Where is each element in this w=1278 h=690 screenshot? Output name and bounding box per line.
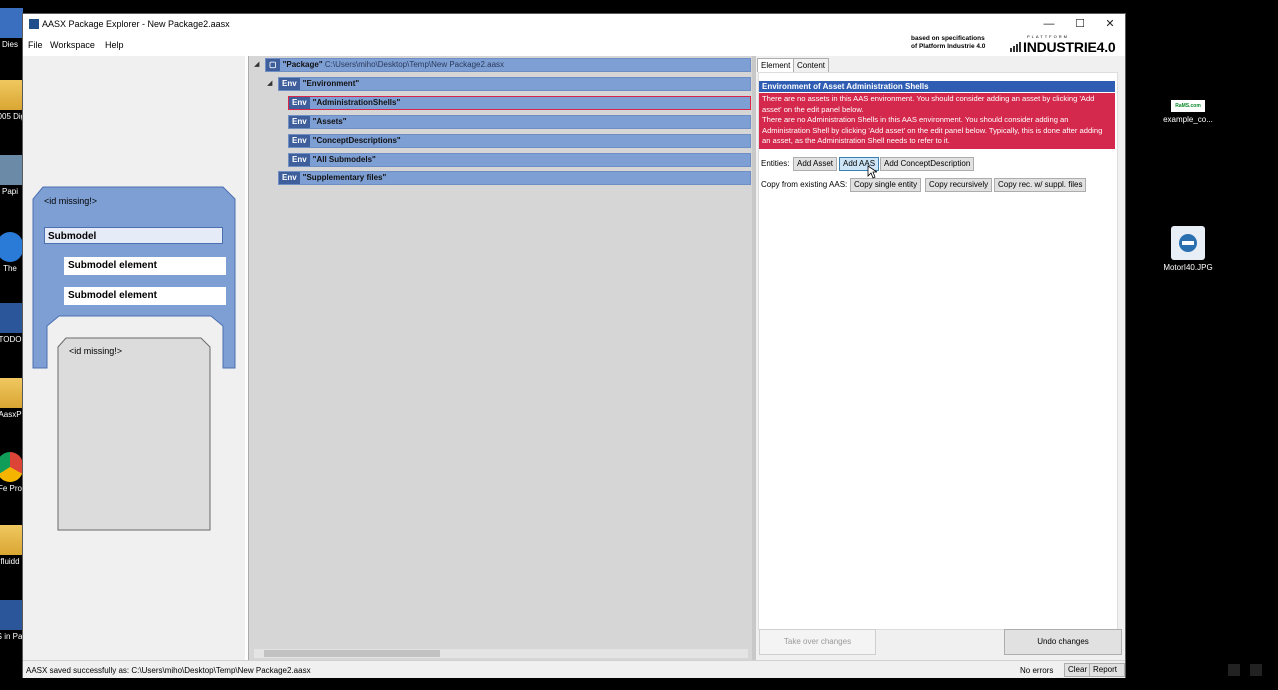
clear-button[interactable]: Clear [1064,663,1092,677]
logo-caption: based on specifications of Platform Indu… [911,35,985,51]
tree-item-label: "AdministrationShells" [312,98,401,107]
package-icon: ▢ [266,59,280,71]
expand-icon[interactable]: ◢ [267,79,272,87]
tree-panel: ◢ ▢ "Package" C:\Users\miho\Desktop\Temp\… [248,56,753,660]
tree-item-all-submodels[interactable]: Env "All Submodels" [288,153,751,167]
desktop-icon-motor[interactable]: MotorI40.JPG [1158,226,1218,272]
tree-item-conceptdescriptions[interactable]: Env "ConceptDescriptions" [288,134,751,148]
tree-item-environment[interactable]: Env "Environment" [278,77,751,91]
menu-file[interactable]: File [28,40,43,50]
diagram-shapes [32,186,236,531]
error-no-assets: There are no assets in this AAS environm… [762,94,1095,114]
copy-rec-suppl-files-button[interactable]: Copy rec. w/ suppl. files [994,178,1087,192]
aas-diagram-panel: <id missing!> Submodel Submodel element … [23,56,245,660]
desktop-icon-label: Papi [1,187,18,196]
minimize-button[interactable]: — [1034,16,1064,32]
maximize-button[interactable]: ☐ [1065,16,1095,32]
tree-item-supplementary-files[interactable]: Env "Supplementary files" [278,171,751,185]
image-file-icon [1171,226,1205,260]
desktop-icon-label: Dies [1,40,18,49]
tray-icon[interactable] [1228,664,1240,676]
tree-item-assets[interactable]: Env "Assets" [288,115,751,129]
tree-item-package[interactable]: ▢ "Package" C:\Users\miho\Desktop\Temp\Ne… [265,58,751,72]
error-count: No errors [1020,666,1054,675]
app-icon [0,232,23,262]
desktop-icon-label: AasxP [0,410,22,419]
window-title: AASX Package Explorer - New Package2.aas… [42,19,230,29]
status-message: AASX saved successfully as: C:\Users\mih… [26,666,311,675]
editor-content: Environment of Asset Administration Shel… [758,72,1118,630]
tree-item-label: "Supplementary files" [302,173,387,182]
env-tag: Env [289,135,310,147]
env-tag: Env [289,116,310,128]
desktop-icon-label: example_co... [1163,115,1213,124]
env-tag: Env [289,97,310,109]
logo-bars-icon [1010,42,1022,52]
folder-icon [0,80,23,110]
section-header: Environment of Asset Administration Shel… [759,81,1115,92]
copy-from-label: Copy from existing AAS: [761,180,848,189]
tab-element[interactable]: Element [757,58,795,72]
vertical-scrollbar[interactable] [1118,72,1124,628]
scrollbar-thumb[interactable] [264,650,440,657]
menu-help[interactable]: Help [105,40,124,50]
submodel-box[interactable]: Submodel [44,227,223,244]
env-tag: Env [279,78,300,90]
add-asset-button[interactable]: Add Asset [793,157,838,171]
copy-single-entity-button[interactable]: Copy single entity [850,178,922,192]
desktop-icon-tile [0,8,23,38]
app-icon [29,19,39,29]
tree-item-label: "All Submodels" [312,155,376,164]
folder-icon [0,378,23,408]
asset-id-label: <id missing!> [69,346,123,356]
env-tag: Env [289,154,310,166]
logo-brand: INDUSTRIE4.0 [1023,39,1116,55]
error-message-box: There are no assets in this AAS environm… [759,93,1115,149]
entities-label: Entities: [761,159,790,168]
tab-content[interactable]: Content [793,58,830,72]
app-window: AASX Package Explorer - New Package2.aas… [22,13,1126,686]
package-path: C:\Users\miho\Desktop\Temp\New Package2.… [324,60,505,69]
file-icon [0,155,23,185]
report-button[interactable]: Report ... [1089,663,1125,686]
submodel-element-box[interactable]: Submodel element [64,257,226,275]
desktop-icon-label: TODO [0,335,22,344]
title-bar[interactable]: AASX Package Explorer - New Package2.aas… [23,14,1125,34]
tree-item-label: "Environment" [302,79,360,88]
tree-item-label: "Package" [282,60,323,69]
mouse-cursor-icon [867,165,877,179]
tree-item-label: "ConceptDescriptions" [312,136,401,145]
expand-icon[interactable]: ◢ [254,60,259,68]
desktop-icon-label: fluidd [0,557,20,566]
close-button[interactable]: ✕ [1095,16,1125,32]
submodel-element-box[interactable]: Submodel element [64,287,226,305]
desktop-icon-label: MotorI40.JPG [1163,263,1213,272]
logo-line2: of Platform Industrie 4.0 [911,43,986,50]
word-icon [0,600,23,630]
aas-id-label: <id missing!> [44,196,98,206]
desktop-icon-label: Fe Pro [0,484,22,493]
take-over-changes-button[interactable]: Take over changes [759,629,876,655]
env-tag: Env [279,172,300,184]
horizontal-scrollbar[interactable] [254,649,748,658]
tray-icon[interactable] [1250,664,1262,676]
undo-changes-button[interactable]: Undo changes [1004,629,1122,655]
copy-recursively-button[interactable]: Copy recursively [925,178,993,192]
folder-icon [0,525,23,555]
status-bar: AASX saved successfully as: C:\Users\mih… [23,660,1125,686]
error-no-aas: There are no Administration Shells in th… [762,115,1103,145]
document-icon [0,303,23,333]
logo-line1: based on specifications [911,35,985,42]
menu-workspace[interactable]: Workspace [50,40,95,50]
file-thumbnail-icon: RaMS.com [1171,100,1205,112]
chrome-icon [0,452,23,482]
tree-item-administrationshells[interactable]: Env "AdministrationShells" [288,96,751,110]
desktop-icon-example[interactable]: RaMS.com example_co... [1158,100,1218,124]
desktop-icon-label: The [3,264,17,273]
element-editor-panel: Element Content Environment of Asset Adm… [756,56,1125,660]
tile-text: RaMS.com [1175,103,1201,109]
add-concept-description-button[interactable]: Add ConceptDescription [880,157,975,171]
tree-item-label: "Assets" [312,117,347,126]
